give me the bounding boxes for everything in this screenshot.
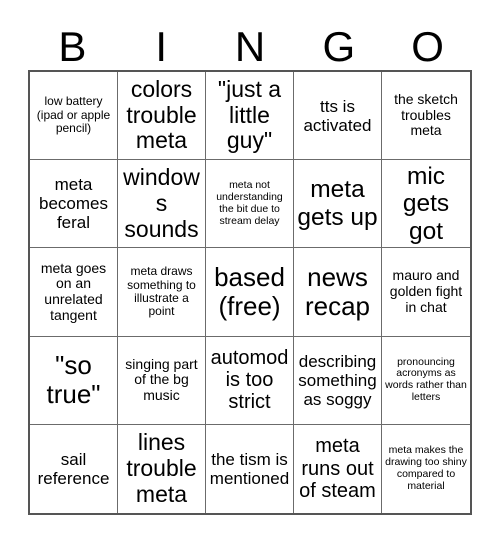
bingo-cell-label: singing part of the bg music [125,355,198,404]
bingo-cell-label: meta becomes feral [39,175,108,233]
bingo-cell-label: the tism is mentioned [209,449,290,488]
bingo-cell-r4c5[interactable]: pronouncing acronyms as words rather tha… [382,336,470,425]
bingo-cell-label: lines trouble meta [126,429,197,507]
bingo-cell-label: automod is too strict [210,346,289,414]
bingo-cell-label: sail reference [37,449,110,488]
bingo-cell-r3c3[interactable]: based (free) [206,248,294,337]
bingo-cell-r1c4[interactable]: tts is activated [294,72,382,161]
bingo-cell-label: tts is activated [303,96,372,135]
bingo-cell-r4c1[interactable]: "so true" [30,336,118,425]
bingo-cell-label: the sketch troubles meta [394,91,458,139]
bingo-cell-r5c3[interactable]: the tism is mentioned [206,424,294,513]
bingo-cell-r1c5[interactable]: the sketch troubles meta [382,72,470,161]
bingo-cell-label: mauro and golden fight in chat [389,267,463,315]
bingo-cell-r4c3[interactable]: automod is too strict [206,336,294,425]
bingo-cell-label: news recap [304,261,371,321]
bingo-card: B I N G O low battery (ipad or apple pen… [0,0,500,544]
bingo-cell-label: meta makes the drawing too shiny compare… [385,444,467,492]
bingo-cell-r5c2[interactable]: lines trouble meta [118,424,206,513]
bingo-cell-label: colors trouble meta [126,75,197,154]
bingo-cell-r1c1[interactable]: low battery (ipad or apple pencil) [30,72,118,161]
bingo-cell-r2c4[interactable]: meta gets up [294,160,382,249]
bingo-cell-r3c4[interactable]: news recap [294,248,382,337]
bingo-header: B I N G O [28,16,472,70]
bingo-cell-r3c5[interactable]: mauro and golden fight in chat [382,248,470,337]
bingo-cell-label: "just a little guy" [217,75,282,154]
bingo-cell-r5c1[interactable]: sail reference [30,424,118,513]
bingo-cell-label: meta goes on an unrelated tangent [40,259,107,323]
bingo-cell-r5c4[interactable]: meta runs out of steam [294,424,382,513]
bingo-cell-label: meta not understanding the bit due to st… [216,179,283,227]
bingo-cell-r2c5[interactable]: mic gets got [382,160,470,249]
bingo-cell-r2c2[interactable]: windows sounds [118,160,206,249]
bingo-cell-label: describing something as soggy [298,351,377,409]
bingo-header-letter-o: O [411,23,444,70]
bingo-cell-label: meta runs out of steam [299,435,376,503]
bingo-cell-r3c2[interactable]: meta draws something to illustrate a poi… [118,248,206,337]
bingo-cell-r4c4[interactable]: describing something as soggy [294,336,382,425]
bingo-header-letter-n: N [234,23,266,70]
bingo-grid: low battery (ipad or apple pencil) colors… [28,70,472,515]
bingo-cell-label: low battery (ipad or apple pencil) [36,94,111,136]
bingo-cell-r4c2[interactable]: singing part of the bg music [118,336,206,425]
bingo-header-letter-g: G [322,23,356,70]
bingo-cell-label: meta draws something to illustrate a poi… [127,264,196,319]
bingo-header-letter-i: I [155,23,168,70]
bingo-cell-label: windows sounds [123,164,200,242]
bingo-cell-r1c2[interactable]: colors trouble meta [118,72,206,161]
bingo-cell-label: pronouncing acronyms as words rather tha… [385,355,467,403]
bingo-cell-label: based (free) [214,261,285,321]
bingo-cell-r1c3[interactable]: "just a little guy" [206,72,294,161]
bingo-cell-label: mic gets got [402,162,450,245]
bingo-header-letter-b: B [58,23,87,70]
bingo-cell-r5c5[interactable]: meta makes the drawing too shiny compare… [382,424,470,513]
bingo-cell-r2c1[interactable]: meta becomes feral [30,160,118,249]
bingo-cell-label: "so true" [46,350,101,410]
bingo-cell-r2c3[interactable]: meta not understanding the bit due to st… [206,160,294,249]
bingo-cell-label: meta gets up [297,176,378,231]
bingo-cell-r3c1[interactable]: meta goes on an unrelated tangent [30,248,118,337]
